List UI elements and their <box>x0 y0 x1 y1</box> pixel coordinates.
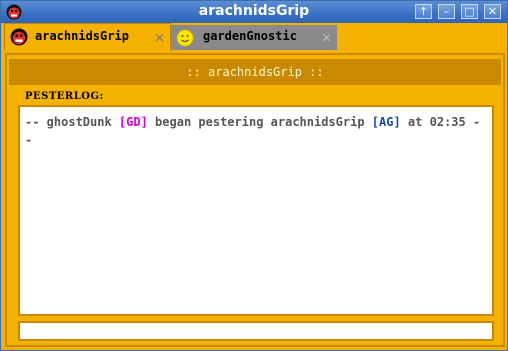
smiley-face-icon <box>176 29 194 47</box>
log-middle: began pestering arachnidsGrip <box>147 115 372 129</box>
window-maximize-button[interactable]: □ <box>461 4 478 19</box>
tab-bar: arachnidsGrip ✕ gardenGnostic ✕ <box>1 23 507 50</box>
tab-close-icon[interactable]: ✕ <box>322 28 331 46</box>
window-close-button[interactable]: ✕ <box>484 4 501 19</box>
tab-label: arachnidsGrip <box>35 29 129 43</box>
chat-window: arachnidsGrip ↑ – □ ✕ arachnidsGrip ✕ ga… <box>0 0 508 351</box>
chat-header: :: arachnidsGrip :: <box>9 59 501 85</box>
log-prefix: -- ghostDunk <box>25 115 119 129</box>
window-up-button[interactable]: ↑ <box>415 4 432 19</box>
log-message: -- ghostDunk [GD] began pestering arachn… <box>25 113 486 149</box>
message-input[interactable] <box>18 321 494 341</box>
pesterlog-area[interactable]: -- ghostDunk [GD] began pestering arachn… <box>18 105 494 316</box>
tab-gardengnostic[interactable]: gardenGnostic ✕ <box>171 25 337 50</box>
window-minimize-button[interactable]: – <box>438 4 455 19</box>
handle-ag: [AG] <box>371 115 401 129</box>
tab-label: gardenGnostic <box>203 29 297 43</box>
chat-panel: :: arachnidsGrip :: PESTERLOG: -- ghostD… <box>5 53 505 347</box>
tab-arachnidsgrip[interactable]: arachnidsGrip ✕ <box>4 23 171 50</box>
title-bar[interactable]: arachnidsGrip ↑ – □ ✕ <box>1 1 507 23</box>
tab-close-icon[interactable]: ✕ <box>155 28 164 46</box>
pesterlog-label: PESTERLOG: <box>25 91 104 102</box>
angry-face-icon <box>10 28 28 46</box>
handle-gd: [GD] <box>118 115 148 129</box>
